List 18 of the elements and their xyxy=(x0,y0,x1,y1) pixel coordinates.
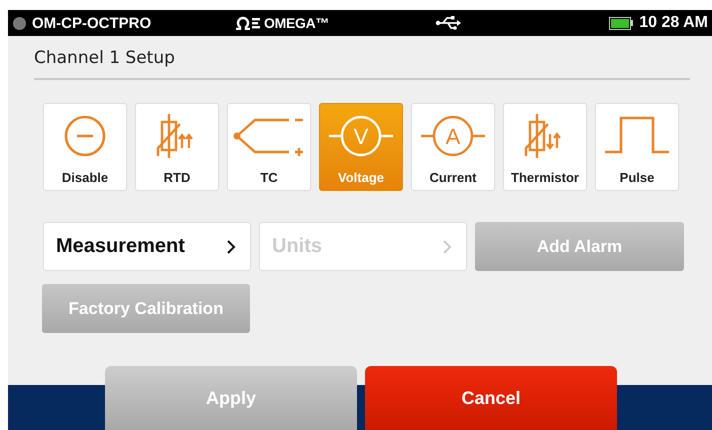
chevron-right-icon xyxy=(226,238,236,254)
clock-time: 10 28 AM xyxy=(639,14,708,32)
chevron-right-icon xyxy=(442,238,452,254)
cancel-button[interactable]: Cancel xyxy=(365,366,617,430)
battery-icon xyxy=(609,16,634,30)
selector-button[interactable]: Measurement xyxy=(43,222,251,271)
input-type-tile[interactable]: Pulse xyxy=(595,103,679,191)
input-type-tile[interactable]: TC xyxy=(227,103,311,191)
input-type-tile[interactable]: RTD xyxy=(135,103,219,191)
usb-icon xyxy=(435,16,461,30)
input-type-tile[interactable]: Disable xyxy=(43,103,127,191)
input-type-tile[interactable]: A Current xyxy=(411,103,495,191)
logo-text: OMEGA™ xyxy=(264,15,330,31)
device-name: OM-CP-OCTPRO xyxy=(32,14,152,32)
page-title: Channel 1 Setup xyxy=(34,48,690,80)
status-dot xyxy=(13,16,26,30)
input-type-tile[interactable]: Thermistor xyxy=(503,103,587,191)
logo-mark-icon xyxy=(235,16,261,30)
